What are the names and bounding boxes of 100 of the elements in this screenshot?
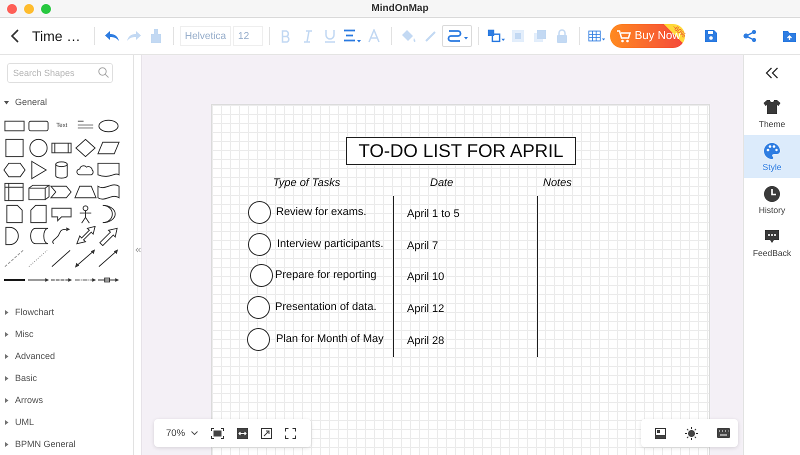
circle-shape[interactable]: [247, 296, 270, 319]
double-arrow-icon: [74, 226, 97, 246]
minimap-button[interactable]: [655, 428, 666, 438]
side-panel-tab[interactable]: Theme: [744, 92, 800, 135]
shape-category[interactable]: General: [0, 91, 54, 113]
date-text[interactable]: April 7: [407, 240, 438, 252]
save-icon: [704, 29, 718, 43]
chat-bubble-icon: [763, 228, 781, 244]
pen-icon: [424, 29, 438, 43]
task-text[interactable]: Plan for Month of May: [276, 333, 384, 345]
line-icon: [50, 248, 74, 268]
collapsed-caret-icon: [4, 442, 9, 446]
connector-icon: [446, 29, 468, 43]
cart-icon: [616, 30, 631, 42]
actual-size-button[interactable]: [261, 428, 272, 438]
shape-category[interactable]: Misc: [0, 323, 40, 345]
document-title[interactable]: Time …: [32, 28, 80, 44]
square-icon: [3, 138, 26, 158]
circle-shape[interactable]: [248, 233, 271, 256]
italic-icon: [303, 30, 314, 42]
shape-category[interactable]: Advanced: [0, 345, 62, 367]
task-text[interactable]: Prepare for reporting: [275, 269, 376, 281]
arrow-connector-icon: [26, 277, 50, 283]
fit-page-button[interactable]: [211, 428, 224, 438]
align-icon: [343, 29, 362, 43]
upload-folder-icon: [782, 30, 796, 42]
dotted-line-icon: [26, 248, 50, 268]
arrange-icon: [486, 28, 505, 44]
cube-icon: [26, 182, 50, 202]
fill-bucket-icon: [401, 29, 418, 43]
actual-size-icon: [261, 428, 272, 438]
date-text[interactable]: April 12: [407, 303, 444, 315]
paste-icon: [532, 29, 547, 43]
date-text[interactable]: April 1 to 5: [407, 208, 460, 220]
circle-shape[interactable]: [248, 201, 271, 224]
shape-category[interactable]: UML: [0, 411, 40, 433]
search-field[interactable]: Search Shapes: [7, 63, 113, 83]
side-panel-tab[interactable]: FeedBack: [744, 221, 800, 264]
fit-page-icon: [211, 428, 224, 438]
font-color-icon: [368, 29, 380, 43]
keyboard-button[interactable]: [717, 428, 730, 438]
window-title: MindOnMap: [371, 3, 429, 14]
minimap-icon: [655, 428, 666, 438]
format-painter-icon: [150, 28, 162, 44]
task-text[interactable]: Presentation of data.: [275, 301, 377, 313]
double-headed-line-icon: [74, 248, 97, 268]
tape-icon: [97, 182, 120, 202]
redo-icon: [126, 29, 142, 43]
circle-shape[interactable]: [250, 264, 273, 287]
lock-icon: [556, 29, 568, 43]
fullscreen-button[interactable]: [285, 428, 296, 438]
column-header[interactable]: Date: [430, 177, 454, 189]
dash-dot-connector-icon: [74, 277, 97, 283]
fit-width-button[interactable]: [237, 428, 248, 438]
circle-icon: [26, 138, 50, 158]
arrow-line-icon: [97, 248, 120, 268]
copy-icon: [510, 29, 525, 43]
collapsed-caret-icon: [4, 420, 9, 424]
shirt-icon: [763, 98, 781, 116]
collapsed-caret-icon: [4, 354, 9, 358]
shape-category[interactable]: BPMN General: [0, 433, 82, 455]
collapsed-caret-icon: [4, 376, 9, 380]
column-header[interactable]: Type of Tasks: [273, 177, 340, 189]
column-header[interactable]: Notes: [543, 177, 572, 189]
brightness-button[interactable]: [685, 426, 698, 440]
bold-icon: [281, 30, 292, 42]
line-style-button[interactable]: [442, 25, 472, 47]
side-panel-tab[interactable]: History: [744, 178, 800, 221]
task-text[interactable]: Review for exams.: [276, 206, 366, 218]
collapse-icon: [134, 247, 140, 253]
dashed-connector-icon: [50, 277, 74, 283]
keyboard-icon: [717, 428, 730, 438]
circle-shape[interactable]: [247, 328, 270, 351]
collapsed-caret-icon: [4, 332, 9, 336]
clock-icon: [763, 184, 781, 202]
close-window-button[interactable]: [7, 4, 17, 14]
underline-icon: [324, 29, 336, 43]
internal-storage-icon: [3, 182, 26, 202]
fullscreen-icon: [285, 428, 296, 438]
table-icon: [588, 29, 606, 43]
expanded-caret-icon: [4, 100, 9, 104]
palette-icon: [763, 142, 781, 158]
caret-icon: [191, 430, 198, 436]
date-text[interactable]: April 28: [407, 335, 444, 347]
hexagon-icon: [3, 160, 26, 180]
diagram-title[interactable]: TO-DO LIST FOR APRIL: [346, 137, 576, 165]
collapsed-caret-icon: [4, 398, 9, 402]
undo-icon: [104, 29, 120, 43]
zoom-select[interactable]: 70%: [166, 428, 198, 438]
collapsed-caret-icon: [4, 310, 9, 314]
shape-category[interactable]: Arrows: [0, 389, 50, 411]
shape-category[interactable]: Basic: [0, 367, 44, 389]
task-text[interactable]: Interview participants.: [277, 238, 384, 250]
zoom-window-button[interactable]: [41, 4, 51, 14]
date-text[interactable]: April 10: [407, 271, 444, 283]
collapse-panel-icon: [765, 67, 779, 79]
search-icon: [98, 67, 109, 78]
sun-icon: [685, 426, 698, 440]
shape-category[interactable]: Flowchart: [0, 301, 60, 323]
document-icon: [97, 160, 120, 180]
